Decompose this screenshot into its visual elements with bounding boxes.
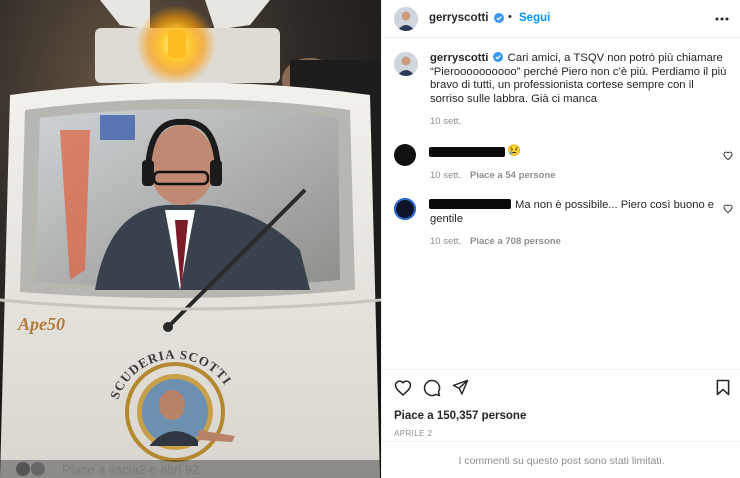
verified-badge-icon bbox=[492, 52, 503, 62]
post-likes-count[interactable]: Piace a 150,357 persone bbox=[394, 410, 526, 422]
share-icon[interactable] bbox=[452, 379, 469, 396]
more-options-icon[interactable] bbox=[715, 13, 729, 25]
post-header: gerryscotti • Segui bbox=[382, 0, 740, 38]
post-caption: gerryscotti Cari amici, a TSQV non potrò… bbox=[430, 52, 730, 106]
post-actions: Piace a 150,357 persone APRILE 2 I comme… bbox=[382, 369, 740, 475]
author-username[interactable]: gerryscotti bbox=[429, 12, 488, 24]
comment-text: Ma non è possibile... Piero così buono e… bbox=[430, 199, 715, 225]
caption-time[interactable]: 10 sett. bbox=[430, 116, 461, 127]
comment-likes[interactable]: Piace a 54 persone bbox=[470, 170, 556, 181]
comments-limited-text: I commenti su questo post sono stati lim… bbox=[458, 455, 665, 467]
caption-username[interactable]: gerryscotti bbox=[430, 52, 488, 64]
vehicle-model-text: Ape50 bbox=[17, 314, 65, 334]
comment-like-heart-icon[interactable] bbox=[723, 151, 733, 160]
verified-badge-icon bbox=[494, 13, 504, 23]
comment-avatar[interactable] bbox=[394, 198, 416, 220]
heart-icon[interactable] bbox=[394, 379, 412, 396]
follow-button[interactable]: Segui bbox=[519, 12, 550, 24]
redacted-username bbox=[429, 147, 505, 157]
comments-limited-notice: I commenti su questo post sono stati lim… bbox=[382, 441, 740, 477]
comment-time[interactable]: 10 sett. bbox=[430, 170, 461, 181]
comment-like-heart-icon[interactable] bbox=[723, 204, 733, 213]
bookmark-icon[interactable] bbox=[716, 379, 730, 396]
caption-author-avatar[interactable] bbox=[394, 52, 418, 76]
comment-emoji: 😢 bbox=[507, 145, 521, 157]
comment-likes[interactable]: Piace a 708 persone bbox=[470, 236, 561, 247]
post-photo[interactable]: Ape50 SCUDERIA SCOTTI Piace a iiacia2 e … bbox=[0, 0, 381, 478]
comment-avatar[interactable] bbox=[394, 144, 416, 166]
photo-overlay-text: Piace a iiacia2 e altri 92 bbox=[62, 462, 199, 477]
comment-icon[interactable] bbox=[423, 379, 441, 397]
separator-dot: • bbox=[508, 11, 512, 23]
post-side-panel: gerryscotti • Segui gerryscotti Cari ami… bbox=[381, 0, 740, 478]
comment-time[interactable]: 10 sett. bbox=[430, 236, 461, 247]
author-avatar[interactable] bbox=[394, 7, 418, 31]
post-date[interactable]: APRILE 2 bbox=[394, 429, 432, 438]
